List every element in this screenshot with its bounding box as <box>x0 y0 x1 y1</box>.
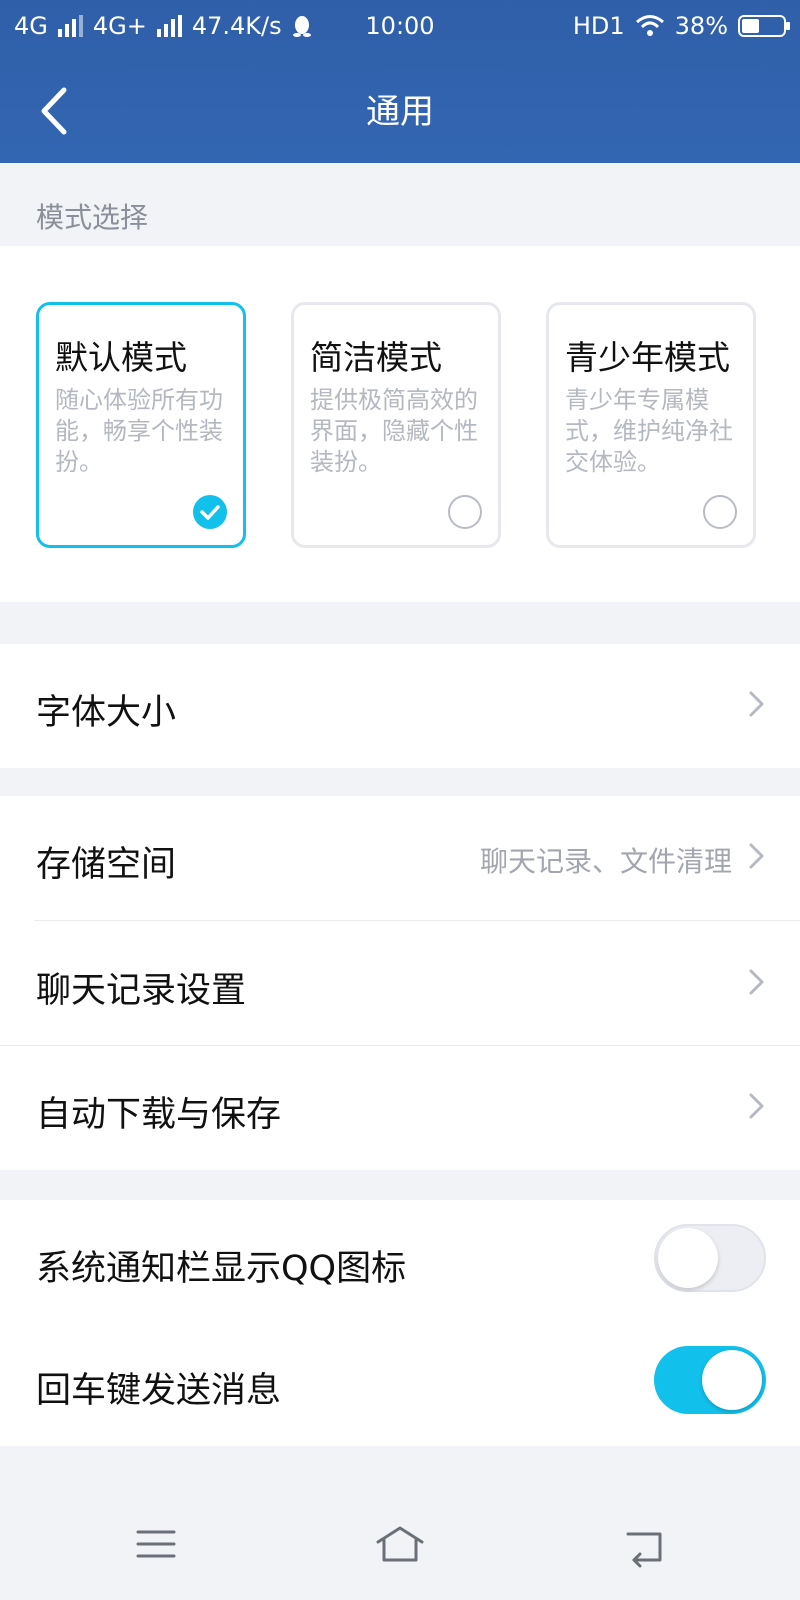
toggle-group: 系统通知栏显示QQ图标 回车键发送消息 <box>0 1200 800 1446</box>
row-label: 字体大小 <box>36 693 177 733</box>
home-icon <box>376 1526 424 1562</box>
status-bar: 4G 4G+ 47.4K/s 10:00 HD1 38% <box>0 0 800 56</box>
mode-description: 提供极简高效的界面，隐藏个性装扮。 <box>310 386 478 476</box>
mode-description: 随心体验所有功能，畅享个性装扮。 <box>55 386 223 476</box>
mode-description: 青少年专属模式，维护纯净社交体验。 <box>565 386 733 476</box>
chevron-right-icon <box>749 1093 764 1119</box>
divider <box>34 920 800 921</box>
status-right: HD1 38% <box>572 12 790 40</box>
font-size-group: 字体大小 <box>0 644 800 768</box>
mode-card-teen[interactable]: 青少年模式 青少年专属模式，维护纯净社交体验。 <box>546 302 756 548</box>
row-font-size[interactable]: 字体大小 <box>0 644 800 766</box>
toggle-knob <box>658 1228 718 1288</box>
header: 通用 <box>0 56 800 163</box>
back-nav-button[interactable] <box>614 1520 674 1570</box>
wifi-icon <box>635 15 664 36</box>
row-label: 聊天记录设置 <box>36 971 247 1011</box>
top-bar: 4G 4G+ 47.4K/s 10:00 HD1 38% 通用 <box>0 0 800 163</box>
back-nav-icon <box>626 1532 662 1568</box>
row-label: 存储空间 <box>36 845 177 885</box>
row-label: 回车键发送消息 <box>36 1371 282 1411</box>
row-auto-download[interactable]: 自动下载与保存 <box>0 1046 800 1168</box>
row-label: 系统通知栏显示QQ图标 <box>36 1249 407 1289</box>
row-label: 自动下载与保存 <box>36 1095 282 1135</box>
check-icon <box>193 495 227 529</box>
mode-selector: 默认模式 随心体验所有功能，畅享个性装扮。 简洁模式 提供极简高效的界面，隐藏个… <box>0 246 800 602</box>
radio-empty-icon <box>703 495 737 529</box>
mode-name: 青少年模式 <box>565 338 730 377</box>
row-enter-send: 回车键发送消息 <box>0 1322 800 1444</box>
home-button[interactable] <box>370 1520 430 1570</box>
page-title: 通用 <box>366 92 434 132</box>
menu-icon <box>136 1530 176 1558</box>
chevron-right-icon <box>749 691 764 717</box>
hd-label: HD1 <box>572 12 625 40</box>
chevron-right-icon <box>749 843 764 869</box>
row-value: 聊天记录、文件清理 <box>479 845 732 878</box>
toggle-knob <box>702 1350 762 1410</box>
menu-button[interactable] <box>126 1520 186 1570</box>
row-chat-history[interactable]: 聊天记录设置 <box>0 922 800 1044</box>
battery-percent: 38% <box>674 12 728 40</box>
row-notify-icon: 系统通知栏显示QQ图标 <box>0 1200 800 1322</box>
system-nav-bar <box>0 1490 800 1600</box>
section-label-mode: 模式选择 <box>36 201 149 234</box>
battery-icon <box>738 15 790 37</box>
enter-send-toggle[interactable] <box>654 1346 766 1414</box>
mode-name: 默认模式 <box>55 338 187 377</box>
radio-empty-icon <box>448 495 482 529</box>
row-storage[interactable]: 存储空间 聊天记录、文件清理 <box>0 796 800 918</box>
notify-icon-toggle[interactable] <box>654 1224 766 1292</box>
mode-card-default[interactable]: 默认模式 随心体验所有功能，畅享个性装扮。 <box>36 302 246 548</box>
mode-name: 简洁模式 <box>310 338 442 377</box>
chevron-right-icon <box>749 969 764 995</box>
mode-card-simple[interactable]: 简洁模式 提供极简高效的界面，隐藏个性装扮。 <box>291 302 501 548</box>
storage-group: 存储空间 聊天记录、文件清理 聊天记录设置 自动下载与保存 <box>0 796 800 1170</box>
